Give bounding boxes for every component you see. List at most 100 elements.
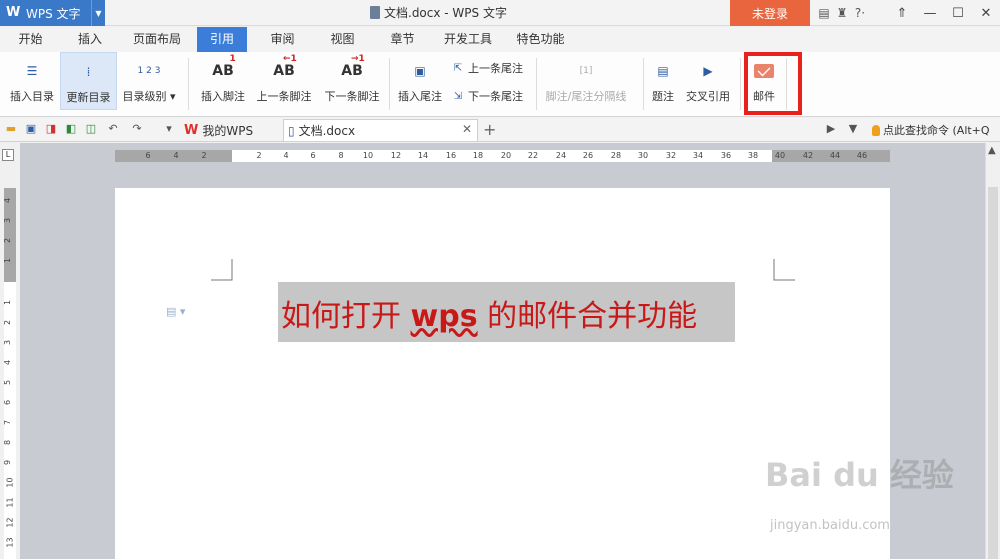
- next-endnote-icon: ⇲: [453, 90, 463, 102]
- tab-my-wps[interactable]: W 我的WPS: [184, 119, 280, 141]
- print-icon[interactable]: ◧: [64, 122, 78, 136]
- tab-start[interactable]: 开始: [8, 27, 53, 52]
- minimize-button[interactable]: —: [916, 0, 944, 26]
- document-icon: [370, 6, 380, 19]
- ruler-tick: 5: [3, 379, 13, 386]
- tab-page-layout[interactable]: 页面布局: [126, 27, 188, 52]
- ruler-tick: 38: [747, 151, 759, 160]
- wps-logo-icon: W: [184, 122, 199, 138]
- cross-reference-button[interactable]: ▶ 交叉引用: [682, 52, 734, 110]
- vertical-scrollbar[interactable]: ▲: [985, 143, 1000, 559]
- horizontal-ruler[interactable]: 6 4 2 2 4 6 8 10 12 14 16 18 20 22 24 26…: [115, 150, 890, 162]
- tab-stop-selector[interactable]: L: [2, 149, 14, 161]
- insert-endnote-button[interactable]: ▣ 插入尾注: [394, 52, 446, 110]
- new-tab-icon[interactable]: +: [483, 120, 496, 139]
- wps-logo-icon: W: [6, 5, 21, 20]
- help-icon[interactable]: ?·: [851, 6, 869, 20]
- document-page[interactable]: [115, 188, 890, 559]
- ruler-tick: 8: [3, 439, 13, 446]
- close-tab-icon[interactable]: ✕: [462, 122, 472, 136]
- tab-review[interactable]: 审阅: [260, 27, 305, 52]
- watermark: Bai du 经验: [765, 456, 954, 494]
- insert-toc-button[interactable]: ☰ 插入目录: [4, 52, 60, 110]
- ruler-tick: 6: [310, 151, 316, 160]
- ruler-tick: 13: [5, 537, 15, 548]
- ribbon: ☰ 插入目录 ⁞ 更新目录 1 2 3 目录级别 ▾ AB 1 插入脚注 AB ←1…: [0, 52, 1000, 168]
- feedback-icon[interactable]: ⇑: [888, 0, 916, 26]
- ruler-tick: 4: [3, 197, 13, 204]
- ruler-tick: 1: [3, 257, 13, 264]
- pdf-icon[interactable]: ◨: [44, 122, 58, 136]
- ruler-tick: 44: [829, 151, 841, 160]
- ruler-tick: 2: [3, 237, 13, 244]
- ruler-tick: 28: [610, 151, 622, 160]
- ruler-tick: 10: [5, 477, 15, 488]
- ruler-tick: 18: [472, 151, 484, 160]
- tab-references[interactable]: 引用: [197, 27, 247, 52]
- refresh-toc-icon: ⁞: [86, 65, 91, 79]
- skin-icon[interactable]: ▤: [815, 6, 833, 20]
- ruler-tick: 2: [201, 151, 207, 160]
- next-footnote-button[interactable]: AB →1 下一条脚注: [321, 52, 383, 110]
- divider: [188, 58, 189, 110]
- next-footnote-icon: AB →1: [341, 54, 365, 79]
- tab-document[interactable]: ▯ 文档.docx: [283, 119, 478, 141]
- prev-footnote-button[interactable]: AB ←1 上一条脚注: [253, 52, 315, 110]
- ruler-tick: 6: [3, 399, 13, 406]
- tab-special[interactable]: 特色功能: [508, 27, 573, 52]
- find-command-box[interactable]: 点此查找命令 (Alt+Q: [872, 122, 990, 138]
- ruler-tick: 34: [692, 151, 704, 160]
- save-icon[interactable]: ▣: [24, 122, 38, 136]
- vertical-ruler[interactable]: 4 3 2 1 1 2 3 4 5 6 7 8 9 10 11 12 13: [3, 188, 16, 559]
- toolbar-icon[interactable]: ▶: [824, 122, 838, 136]
- chevron-down-icon[interactable]: ▾: [162, 122, 176, 136]
- endnote-icon: ▣: [414, 64, 426, 78]
- update-toc-button[interactable]: ⁞ 更新目录: [60, 52, 117, 110]
- quick-access-bar: ▬ ▣ ◨ ◧ ◫ ↶ ↷ ▾ W 我的WPS ▯ 文档.docx ✕ + ▶ …: [0, 118, 1000, 142]
- redo-icon[interactable]: ↷: [130, 122, 144, 136]
- ruler-tick: 6: [145, 151, 151, 160]
- tab-chapter[interactable]: 章节: [380, 27, 425, 52]
- ruler-tick: 42: [802, 151, 814, 160]
- login-button[interactable]: 未登录: [730, 0, 810, 26]
- ruler-tick: 36: [720, 151, 732, 160]
- prev-endnote-icon: ⇱: [453, 62, 463, 74]
- toc-level-button[interactable]: 1 2 3 目录级别 ▾: [118, 52, 180, 110]
- document-heading[interactable]: 如何打开 wps 的邮件合并功能: [281, 291, 697, 335]
- scroll-up-icon[interactable]: ▲: [988, 145, 996, 156]
- footnote-separator-button[interactable]: [1] 脚注/尾注分隔线: [540, 52, 632, 110]
- app-name: WPS 文字: [26, 6, 81, 21]
- tab-developer[interactable]: 开发工具: [438, 27, 498, 52]
- footnote-icon: AB 1: [212, 54, 236, 79]
- open-icon[interactable]: ▬: [4, 122, 18, 136]
- prev-endnote-button[interactable]: ⇱ 上一条尾注: [451, 58, 523, 78]
- insert-footnote-button[interactable]: AB 1 插入脚注: [194, 52, 252, 110]
- app-menu-button[interactable]: W WPS 文字 ▼: [0, 0, 105, 26]
- paragraph-handle-icon[interactable]: ▤ ▾: [166, 305, 185, 318]
- shirt-icon[interactable]: ♜: [833, 6, 851, 20]
- ruler-tick: 26: [582, 151, 594, 160]
- tab-view[interactable]: 视图: [320, 27, 365, 52]
- next-endnote-button[interactable]: ⇲ 下一条尾注: [451, 86, 523, 106]
- tab-insert[interactable]: 插入: [65, 27, 115, 52]
- scrollbar-thumb[interactable]: [988, 187, 998, 559]
- margin-corner-mark: [773, 259, 795, 281]
- toc-level-label: 目录级别 ▾: [122, 90, 176, 103]
- ruler-tick: 11: [5, 497, 15, 508]
- divider: [536, 58, 537, 110]
- cross-reference-icon: ▶: [703, 64, 713, 78]
- ruler-tick: 16: [445, 151, 457, 160]
- window-title-text: 文档.docx - WPS 文字: [384, 6, 507, 20]
- ruler-tick: 9: [3, 459, 13, 466]
- maximize-button[interactable]: ☐: [944, 0, 972, 26]
- document-icon: ▯: [288, 123, 295, 138]
- ruler-tick: 4: [283, 151, 289, 160]
- toolbar-icon[interactable]: ▼: [846, 122, 860, 136]
- window-title: 文档.docx - WPS 文字: [370, 4, 507, 21]
- chevron-down-icon[interactable]: ▼: [91, 0, 105, 26]
- preview-icon[interactable]: ◫: [84, 122, 98, 136]
- undo-icon[interactable]: ↶: [106, 122, 120, 136]
- ruler-tick: 8: [338, 151, 344, 160]
- caption-button[interactable]: ▤ 题注: [648, 52, 678, 110]
- close-button[interactable]: ✕: [972, 0, 1000, 26]
